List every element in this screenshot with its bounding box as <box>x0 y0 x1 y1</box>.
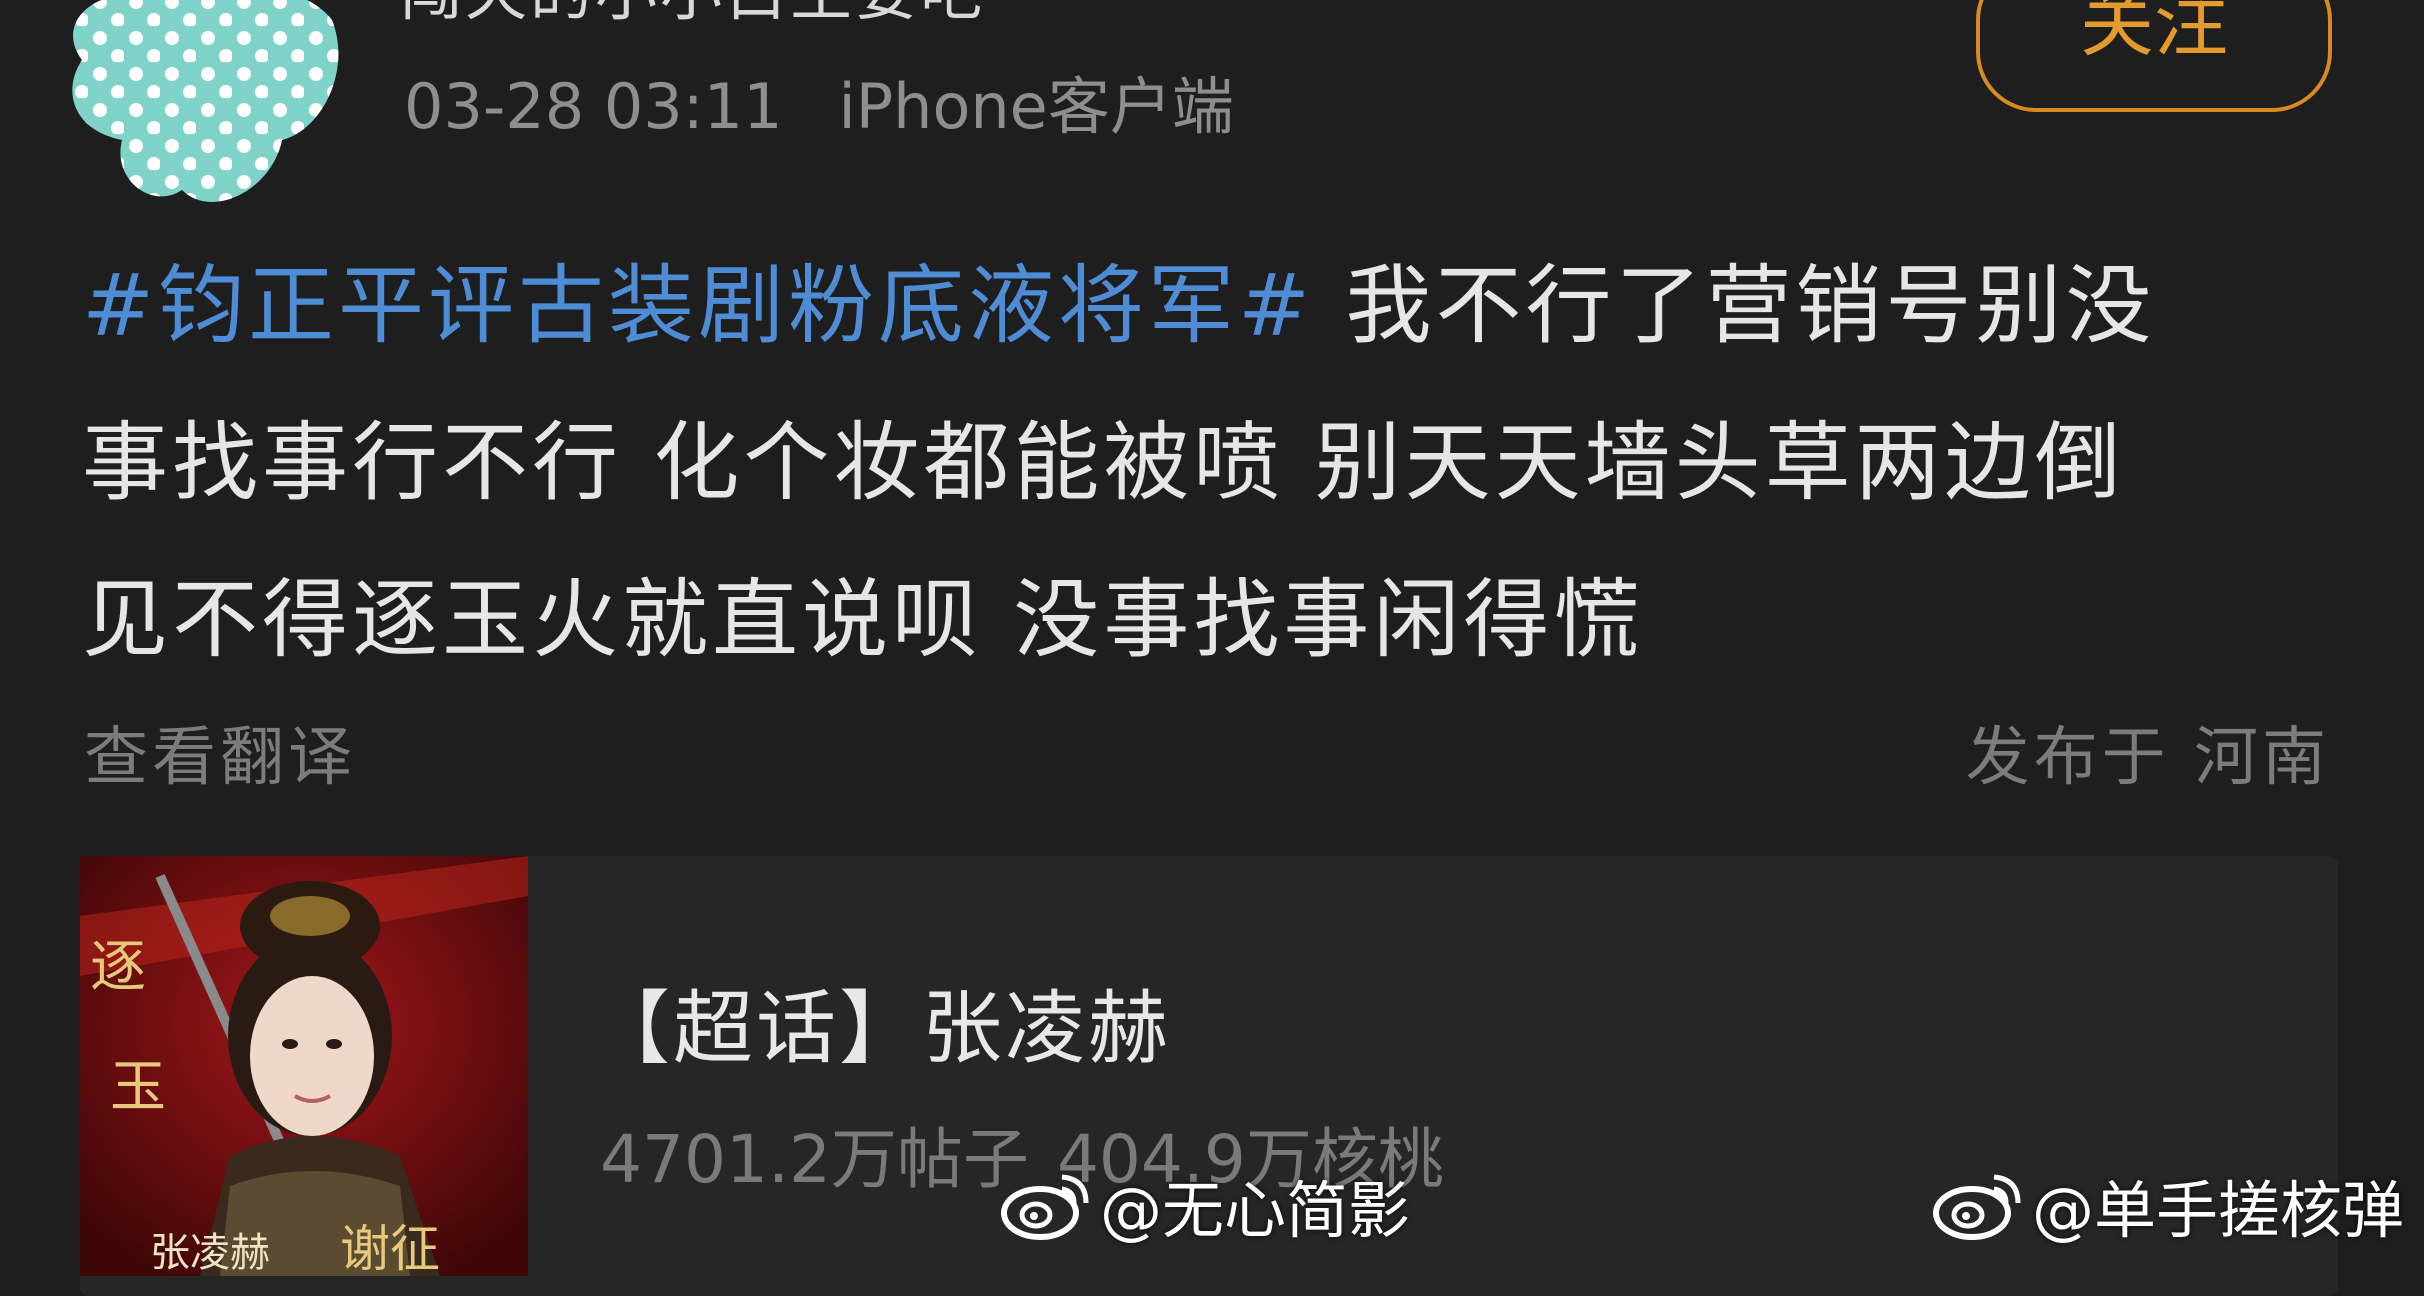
author-name[interactable]: 闯天的小小白主要吧 <box>400 0 985 32</box>
supertopic-posts-count: 4701.2万帖子 <box>600 1121 1029 1198</box>
watermark-right-text: @单手搓核弹 <box>2032 1174 2405 1247</box>
translate-link[interactable]: 查看翻译 <box>84 706 356 798</box>
watermark-left-text: @无心简影 <box>1100 1174 1411 1247</box>
poster-name: 张凌赫 <box>150 1230 270 1276</box>
post-timestamp: 03-28 03:11 <box>404 70 783 143</box>
post-client: iPhone客户端 <box>838 70 1234 143</box>
post-line-1: #钧正平评古装剧粉底液将军# 我不行了营销号别没 <box>82 228 2352 385</box>
poster-title-1: 逐 <box>90 935 146 1000</box>
supertopic-thumbnail: 逐 玉 张凌赫 谢征 <box>80 856 528 1276</box>
post-meta: 03-28 03:11 iPhone客户端 <box>404 56 1290 146</box>
poster-title-2: 玉 <box>110 1055 166 1120</box>
post-line-1-text: 我不行了营销号别没 <box>1345 256 2156 356</box>
post-line-2: 事找事行不行 化个妆都能被喷 别天天墙头草两边倒 <box>82 413 2125 513</box>
follow-button[interactable]: 关注 <box>1976 0 2332 112</box>
poster-role: 谢征 <box>340 1220 440 1276</box>
weibo-icon <box>1933 1174 2021 1240</box>
avatar[interactable] <box>52 0 342 220</box>
supertopic-title: 【超话】张凌赫 <box>590 982 1171 1075</box>
watermark-right: @单手搓核弹 <box>1932 1160 2404 1250</box>
poster-image: 逐 玉 张凌赫 谢征 <box>80 856 528 1276</box>
hashtag-link[interactable]: #钧正平评古装剧粉底液将军# <box>82 256 1314 356</box>
post-line-3: 见不得逐玉火就直说呗 没事找事闲得慌 <box>82 570 1644 670</box>
weibo-icon <box>1001 1174 1089 1240</box>
post-text: #钧正平评古装剧粉底液将军# 我不行了营销号别没 事找事行不行 化个妆都能被喷 … <box>82 228 2352 699</box>
post-location: 发布于 河南 <box>1965 721 2330 795</box>
watermark-left: @无心简影 <box>1000 1160 1410 1250</box>
